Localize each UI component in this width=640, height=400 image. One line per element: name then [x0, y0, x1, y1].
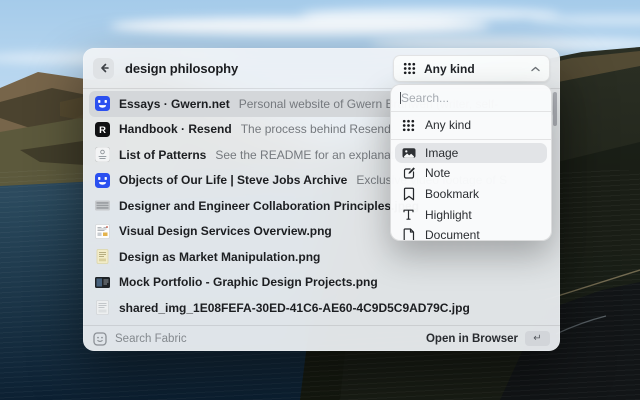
kind-filter-dropdown: Any kind Image Note: [390, 84, 552, 241]
fabric-logo-icon: [93, 332, 107, 346]
chevron-up-icon: [531, 66, 540, 72]
image-icon: [402, 146, 416, 160]
menu-item-any-kind[interactable]: Any kind: [395, 115, 547, 136]
menu-item-label: Highlight: [425, 208, 472, 222]
text-caret: [400, 92, 401, 104]
menu-item-label: Bookmark: [425, 187, 479, 201]
return-key-icon: ↵: [525, 331, 550, 346]
result-title: Designer and Engineer Collaboration Prin…: [119, 199, 419, 213]
menu-item-image[interactable]: Image: [395, 143, 547, 164]
menu-item-document[interactable]: Document: [395, 225, 547, 241]
menu-item-label: Document: [425, 228, 480, 241]
grid-icon: [402, 119, 415, 132]
menu-item-label: Any kind: [425, 118, 471, 132]
svg-text:R: R: [99, 125, 106, 136]
png-thumbnail: [95, 249, 110, 264]
kind-filter-label: Any kind: [424, 62, 475, 76]
result-title: List of Patterns: [119, 148, 206, 162]
menu-item-bookmark[interactable]: Bookmark: [395, 184, 547, 205]
dropdown-search[interactable]: [391, 85, 551, 112]
result-description: The process behind Resend.: [241, 122, 394, 136]
result-title: Handbook · Resend: [119, 122, 232, 136]
result-title: shared_img_1E08FEFA-30ED-41C6-AE60-4C9D5…: [119, 301, 470, 315]
note-icon: [402, 166, 416, 180]
menu-item-highlight[interactable]: Highlight: [395, 204, 547, 225]
menu-item-label: Image: [425, 146, 458, 160]
result-title: Design as Market Manipulation.png: [119, 250, 320, 264]
result-title: Visual Design Services Overview.png: [119, 224, 332, 238]
back-button[interactable]: [93, 58, 114, 79]
grid-icon: [403, 62, 416, 75]
result-title: Objects of Our Life | Steve Jobs Archive: [119, 173, 347, 187]
search-header: Any kind: [83, 48, 560, 89]
gwern-favicon: [95, 96, 110, 111]
document-icon: [403, 228, 415, 241]
patterns-favicon: [95, 147, 110, 162]
footer-bar: Search Fabric Open in Browser ↵: [83, 325, 560, 351]
arrow-left-icon: [98, 62, 110, 74]
menu-item-note[interactable]: Note: [395, 163, 547, 184]
steve-jobs-archive-favicon: [95, 173, 110, 188]
search-query-input[interactable]: [123, 60, 367, 77]
result-row-market-manipulation[interactable]: Design as Market Manipulation.png: [89, 244, 554, 270]
jpeg-thumbnail: [95, 198, 110, 213]
menu-divider: [391, 139, 551, 140]
scrollbar-thumb[interactable]: [553, 92, 557, 126]
open-in-browser-label: Open in Browser: [426, 333, 518, 345]
footer-hint-label: Search Fabric: [115, 333, 187, 345]
result-row-shared-img[interactable]: shared_img_1E08FEFA-30ED-41C6-AE60-4C9D5…: [89, 295, 554, 321]
png-thumbnail: [95, 224, 110, 239]
result-title: Mock Portfolio - Graphic Design Projects…: [119, 275, 378, 289]
bookmark-icon: [403, 187, 415, 201]
desktop: Any kind Essays · Gwern.net Personal web…: [0, 0, 640, 400]
png-thumbnail: [95, 275, 110, 290]
result-row-mock-portfolio[interactable]: Mock Portfolio - Graphic Design Projects…: [89, 270, 554, 296]
result-title: Essays · Gwern.net: [119, 97, 230, 111]
highlight-icon: [402, 208, 415, 221]
dropdown-search-input[interactable]: [391, 85, 551, 111]
menu-item-label: Note: [425, 166, 450, 180]
open-in-browser-action[interactable]: Open in Browser ↵: [426, 331, 550, 346]
dropdown-items: Any kind Image Note: [391, 112, 551, 241]
resend-favicon: R: [95, 122, 110, 137]
kind-filter-button[interactable]: Any kind: [393, 55, 550, 82]
jpg-thumbnail: [95, 300, 110, 315]
